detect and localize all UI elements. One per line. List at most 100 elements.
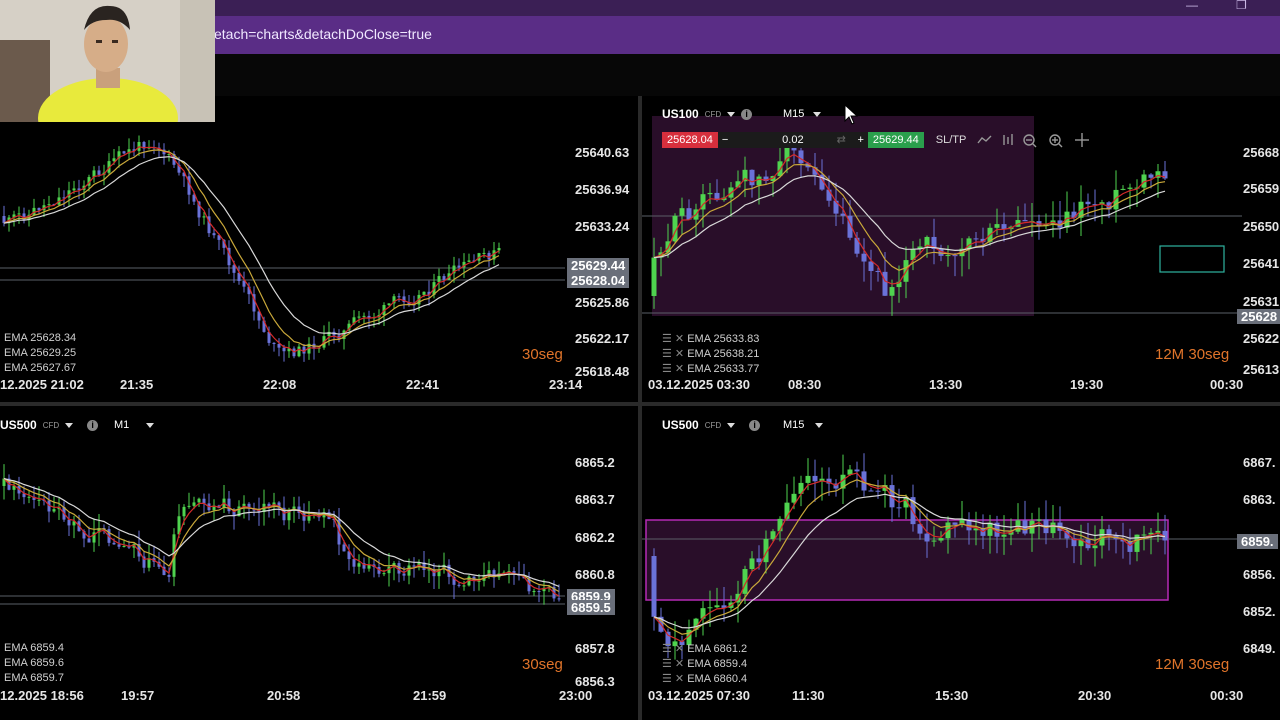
- timeframe-selector[interactable]: M1: [114, 419, 155, 431]
- timeframe-label: M15: [783, 419, 805, 431]
- price-axis-label: 25618.48: [575, 364, 630, 379]
- candle: [302, 503, 306, 532]
- candle: [472, 576, 476, 592]
- candle: [542, 579, 546, 605]
- symbol-selector[interactable]: US500 CFD i: [662, 418, 761, 432]
- url-text[interactable]: etach=charts&detachDoClose=true: [214, 26, 432, 42]
- time-axis-label: 00:30: [1210, 688, 1244, 703]
- candle: [252, 286, 256, 321]
- candle: [833, 479, 839, 497]
- buy-button[interactable]: 25629.44: [867, 132, 924, 148]
- quantity-stepper[interactable]: − 0.02 ⇄ +: [717, 132, 868, 148]
- price-axis-label: 6852.: [1243, 604, 1276, 619]
- time-axis-label: 03.12.2025 03:30: [648, 377, 750, 392]
- one-click-trade-bar: 25628.04 − 0.02 ⇄ + 25629.44 SL/TP: [662, 131, 1094, 149]
- candle: [147, 140, 151, 150]
- time-axis-label: 23:00: [559, 688, 593, 703]
- price-axis-label: 6849.: [1243, 641, 1276, 656]
- price-axis-label: 25613: [1243, 362, 1280, 377]
- bid-price-tag: 6859.5: [567, 600, 615, 615]
- time-axis-label: 15:30: [935, 688, 969, 703]
- price-axis-label: 6856.: [1243, 567, 1276, 582]
- time-axis-label: 12.2025 18:56: [0, 688, 84, 703]
- drawing-rectangle[interactable]: [1159, 245, 1225, 273]
- candle: [322, 325, 326, 350]
- symbol-type: CFD: [42, 420, 60, 430]
- sltp-button[interactable]: SL/TP: [936, 134, 967, 146]
- symbol-selector[interactable]: US500 CFD i: [0, 418, 99, 432]
- swap-icon[interactable]: ⇄: [837, 132, 846, 148]
- timeframe-selector[interactable]: M15: [783, 108, 822, 120]
- decrease-button[interactable]: −: [722, 132, 728, 148]
- timeframe-label: M1: [114, 419, 130, 431]
- info-icon[interactable]: i: [741, 108, 753, 120]
- ema-legend: EMA 6859.4: [4, 642, 64, 654]
- symbol-type: CFD: [704, 420, 722, 430]
- price-axis-label: 6862.2: [575, 530, 615, 545]
- zoom-out-icon[interactable]: [1023, 134, 1037, 148]
- candle: [532, 588, 536, 596]
- candle: [1057, 201, 1063, 239]
- time-axis-label: 21:35: [120, 377, 154, 392]
- chevron-down-icon: [727, 422, 736, 428]
- time-axis-label: 08:30: [788, 377, 822, 392]
- candle: [868, 488, 874, 492]
- candle: [432, 563, 436, 590]
- candle: [22, 207, 26, 224]
- candle: [477, 573, 481, 591]
- candle: [47, 195, 51, 210]
- crosshair-icon[interactable]: [1075, 133, 1090, 147]
- price-axis-label: 25659: [1243, 181, 1280, 196]
- candle: [392, 561, 396, 581]
- increase-button[interactable]: +: [857, 132, 863, 148]
- candle: [372, 558, 376, 578]
- candle: [97, 514, 101, 547]
- ema-legend: EMA 25629.25: [4, 347, 77, 359]
- sell-button[interactable]: 25628.04: [662, 132, 718, 148]
- candle: [297, 496, 301, 519]
- symbol-name: US500: [662, 418, 699, 432]
- candle: [427, 558, 431, 584]
- candle: [27, 491, 31, 504]
- time-axis-label: 13:30: [929, 377, 963, 392]
- candle: [437, 268, 441, 290]
- symbol-selector[interactable]: US100 CFD i: [662, 107, 753, 121]
- candle: [512, 567, 516, 585]
- candle: [337, 329, 341, 343]
- restore-icon[interactable]: ❐: [1236, 0, 1247, 12]
- ema-legend: EMA 6859.6: [4, 657, 64, 669]
- ema-legend: ☰ ✕ EMA 25633.77: [662, 363, 760, 375]
- candle: [517, 561, 521, 581]
- price-axis-label: 25640.63: [575, 145, 630, 160]
- candle: [162, 555, 166, 576]
- time-axis-label: 19:30: [1070, 377, 1104, 392]
- ema-line: [3, 477, 560, 587]
- candle: [157, 551, 161, 569]
- candle: [297, 343, 301, 358]
- info-icon[interactable]: i: [87, 419, 99, 431]
- candle: [397, 293, 401, 302]
- price-axis-label: 25622: [1243, 331, 1280, 346]
- price-axis-label: 6863.: [1243, 492, 1276, 507]
- bar-countdown: 12M 30seg: [1155, 656, 1230, 673]
- timeframe-selector[interactable]: M15: [783, 419, 824, 431]
- bar-countdown: 30seg: [522, 346, 563, 363]
- candle: [357, 554, 361, 574]
- price-axis-label: 6865.2: [575, 455, 615, 470]
- ema-line: [3, 478, 560, 597]
- zoom-in-icon[interactable]: [1049, 134, 1063, 148]
- candles-icon[interactable]: [1003, 134, 1014, 145]
- line-chart-icon[interactable]: [977, 135, 992, 144]
- candle: [47, 492, 51, 523]
- candle: [382, 302, 386, 326]
- candles: [2, 135, 501, 362]
- candle: [487, 250, 491, 267]
- symbol-type: CFD: [704, 109, 722, 119]
- info-icon[interactable]: i: [749, 419, 761, 431]
- candle: [1050, 201, 1056, 238]
- chevron-down-icon: [146, 423, 155, 428]
- quantity-value[interactable]: 0.02: [782, 134, 803, 146]
- candle: [127, 138, 131, 159]
- candle: [352, 547, 356, 574]
- minimize-icon[interactable]: —: [1186, 0, 1198, 12]
